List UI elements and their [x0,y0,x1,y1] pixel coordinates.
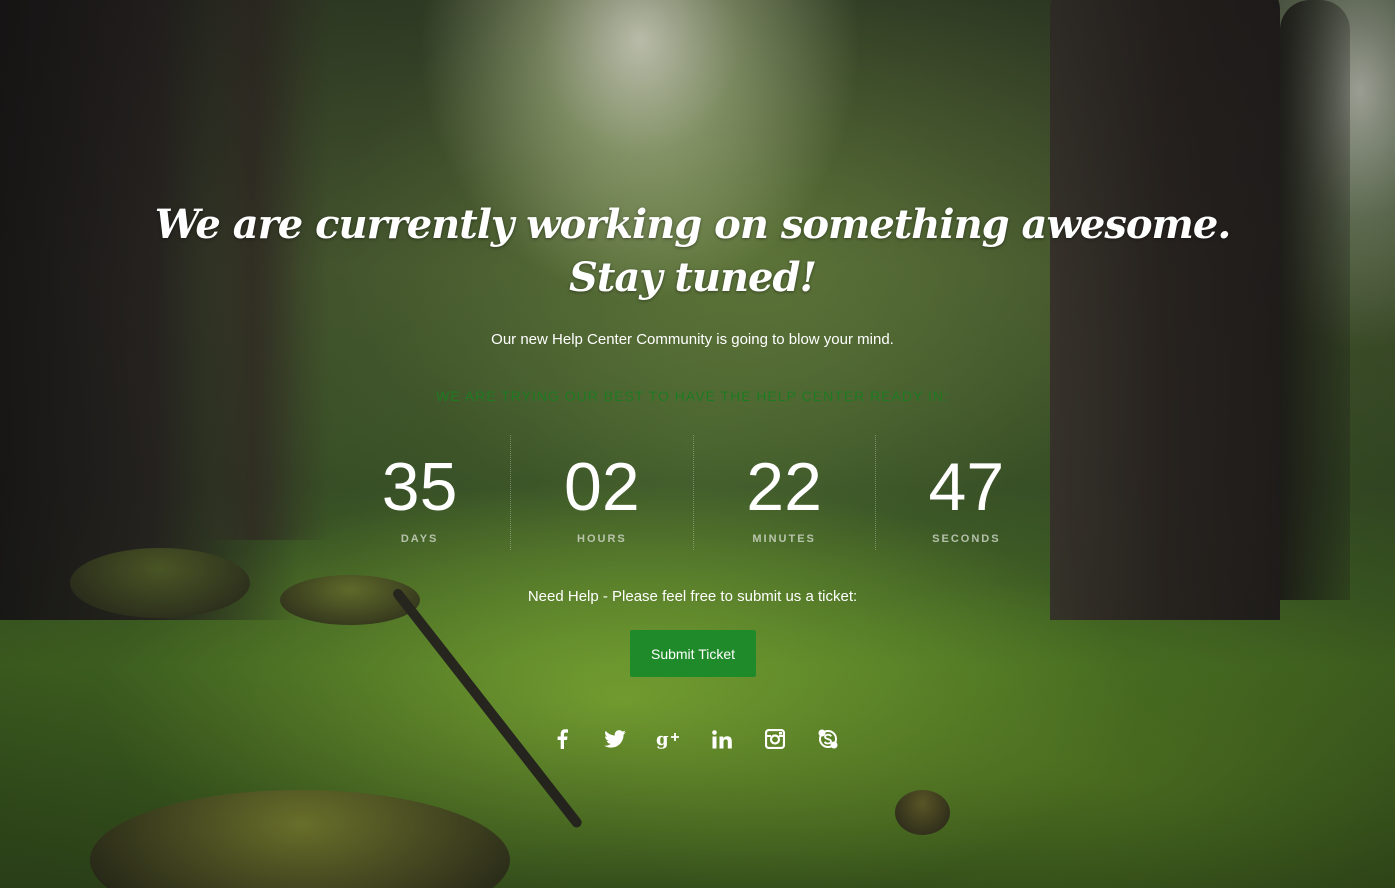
countdown-timer: 35 DAYS 02 HOURS 22 MINUTES 47 SECONDS [329,435,1057,550]
headline-line-2: Stay tuned! [568,254,817,301]
countdown-seconds: 47 SECONDS [874,435,1057,550]
countdown-days-label: DAYS [400,533,439,545]
countdown-days-value: 35 [381,449,458,525]
google-plus-icon[interactable]: g [651,722,685,756]
help-text: Need Help - Please feel free to submit u… [527,588,858,605]
countdown-seconds-value: 47 [928,449,1005,525]
countdown-hours-value: 02 [564,449,640,525]
countdown-days: 35 DAYS [329,435,510,550]
countdown-caption: WE ARE TRYING OUR BEST TO HAVE THE HELP … [436,388,949,404]
headline-line-1: We are currently working on something aw… [154,201,1232,248]
countdown-minutes: 22 MINUTES [692,435,875,550]
countdown-minutes-label: MINUTES [752,533,816,545]
countdown-seconds-label: SECONDS [932,533,1001,545]
countdown-hours-label: HOURS [577,533,627,545]
intro-text: Our new Help Center Community is going t… [491,331,894,348]
facebook-icon[interactable] [545,722,579,756]
submit-ticket-button[interactable]: Submit Ticket [630,630,756,677]
social-links: g [545,722,845,756]
twitter-icon[interactable] [598,722,632,756]
page-headline: We are currently working on something aw… [0,198,1385,304]
countdown-minutes-value: 22 [746,449,822,525]
skype-icon[interactable] [811,722,845,756]
instagram-icon[interactable] [758,722,792,756]
svg-text:g: g [656,729,669,749]
countdown-hours: 02 HOURS [510,435,692,550]
linkedin-icon[interactable] [705,722,739,756]
